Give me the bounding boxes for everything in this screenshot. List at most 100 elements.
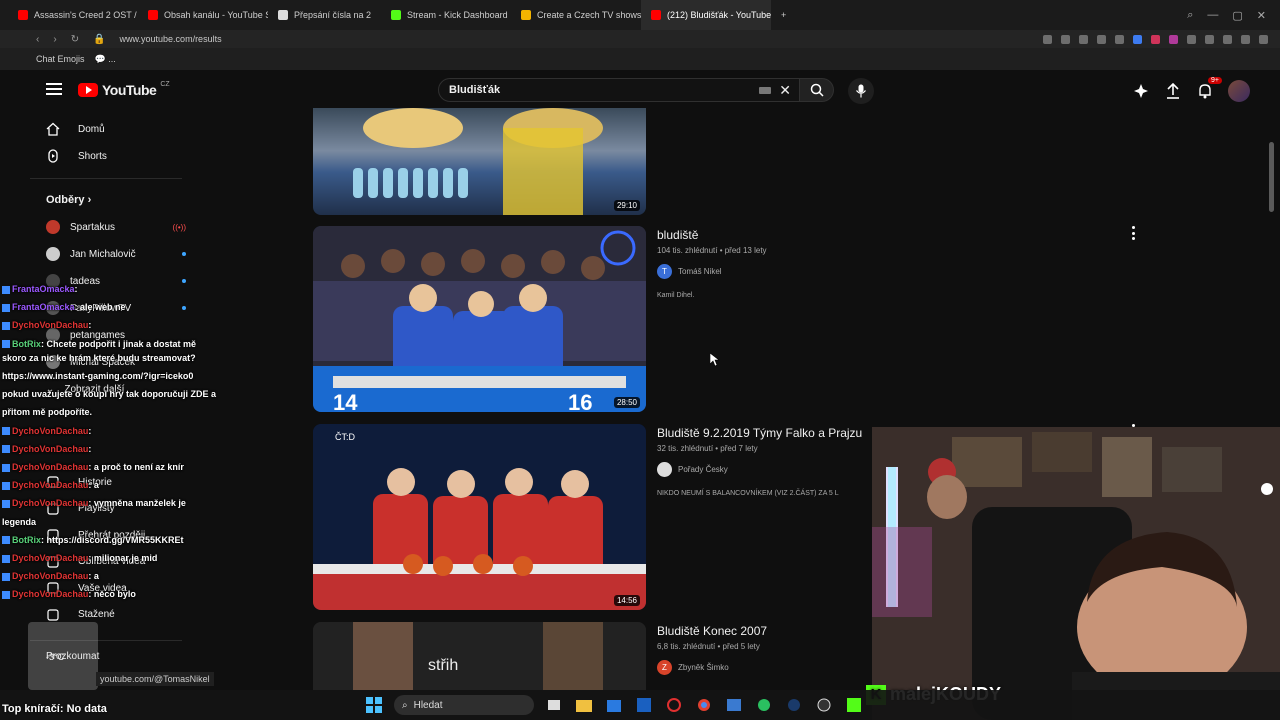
obs-icon[interactable] [814,695,834,715]
weather-temperature: -3°C [46,652,65,662]
upload-icon[interactable] [1164,82,1182,100]
search-icon: ⌕ [402,699,408,711]
chat-username[interactable]: BotRix [12,535,41,545]
notification-badge: 9+ [1208,77,1222,84]
kick-app-icon[interactable] [844,695,864,715]
windows-start-icon[interactable] [364,695,384,715]
extension-icon[interactable] [1079,34,1088,44]
channel-avatar [657,462,672,477]
svg-text:střih: střih [428,657,458,674]
video-title[interactable]: Bludiště 9.2.2019 Týmy Falko a Prajzu [657,426,862,440]
store-icon[interactable] [604,695,624,715]
weather-widget[interactable]: -3°C [28,622,98,690]
extension-icon[interactable] [1223,34,1232,44]
voice-search-button[interactable] [848,78,874,104]
file-explorer-icon[interactable] [574,695,594,715]
chat-username[interactable]: DychoVonDachau [12,553,88,563]
chat-username[interactable]: DychoVonDachau [12,462,88,472]
tab-favicon-icon [391,10,402,20]
channel-link[interactable]: T Tomáš Nikel [657,264,722,279]
extension-icon[interactable] [1259,34,1268,44]
clear-search-icon[interactable]: ✕ [779,82,791,99]
chat-username[interactable]: FrantaOmacka [12,302,75,312]
monitor-app-icon[interactable] [724,695,744,715]
chat-message: pokud uvažujete o koupi hry tak doporuču… [2,389,216,399]
video-thumbnail[interactable]: 14 16 28:50 [313,226,646,412]
video-title[interactable]: Bludiště Konec 2007 [657,624,767,638]
browser-tab[interactable]: Obsah kanálu - YouTube S [138,0,268,30]
bookmark-item[interactable]: 💬 ... [95,54,116,65]
scrollbar[interactable] [1269,142,1274,212]
opera-icon[interactable] [664,695,684,715]
chat-badge-icon [2,322,10,331]
close-icon[interactable]: ✕ [1257,9,1266,22]
extension-icon[interactable] [1169,34,1178,44]
extension-icon[interactable] [1043,34,1052,44]
chat-username[interactable]: DychoVonDachau [12,589,88,599]
task-view-icon[interactable] [544,695,564,715]
keyboard-icon[interactable] [759,87,771,94]
chrome-icon[interactable] [694,695,714,715]
sidebar-item-shorts[interactable]: Shorts [46,146,107,166]
video-thumbnail[interactable]: ČT:D 14:56 [313,424,646,610]
search-input[interactable]: Bludišťák ✕ [438,78,800,102]
forward-icon[interactable]: › [53,34,56,45]
url-field[interactable]: www.youtube.com/results [120,34,222,44]
chat-username[interactable]: DychoVonDachau [12,480,88,490]
channel-link[interactable]: Z Zbyněk Šimko [657,660,729,675]
minimize-icon[interactable]: — [1207,9,1218,22]
extension-icon[interactable] [1151,34,1160,44]
channel-link[interactable]: Pořady Česky [657,462,728,477]
ai-sparkle-icon[interactable] [1132,82,1150,100]
browser-tab[interactable]: Assassin's Creed 2 OST / [8,0,138,30]
browser-tab[interactable]: Create a Czech TV shows [511,0,641,30]
back-icon[interactable]: ‹ [36,34,39,45]
sidebar-item-home[interactable]: Domů [46,119,105,139]
chat-username[interactable]: FrantaOmacka [12,284,75,294]
more-actions-icon[interactable] [1129,226,1137,240]
extension-icon[interactable] [1115,34,1124,44]
search-tabs-icon[interactable]: ⌕ [1187,9,1193,22]
browser-tab[interactable]: (212) Bludišťák - YouTube [641,0,772,30]
video-title[interactable]: bludiště [657,228,698,242]
chat-username[interactable]: BotRix [12,339,41,349]
avatar[interactable] [1228,80,1250,102]
thumbnail-image: 14 16 [313,226,646,412]
browser-tab[interactable]: Přepsání čísla na 2 [268,0,381,30]
video-meta: 6,8 tis. zhlédnutí • před 5 lety [657,642,760,651]
video-thumbnail[interactable]: střih [313,622,646,690]
chat-username[interactable]: DychoVonDachau [12,571,88,581]
extension-icon[interactable] [1133,34,1142,44]
reload-icon[interactable]: ↻ [71,34,79,45]
webcam-feed [872,427,1280,720]
steam-icon[interactable] [784,695,804,715]
video-thumbnail[interactable]: 29:10 [313,108,646,215]
extension-icon[interactable] [1187,34,1196,44]
channel-avatar [46,247,60,261]
subscriptions-heading[interactable]: Odběry › [46,194,91,206]
notifications-icon[interactable]: 9+ [1196,77,1222,100]
extension-icon[interactable] [1061,34,1070,44]
youtube-logo[interactable]: YouTube CZ [78,81,170,98]
overlay-status-text: Top kníračí: No data [2,703,107,715]
taskbar-search[interactable]: ⌕ Hledat [394,695,534,715]
menu-icon[interactable] [46,83,62,95]
search-button[interactable] [800,78,834,102]
extension-icon[interactable] [1241,34,1250,44]
browser-tab[interactable]: Stream - Kick Dashboard [381,0,511,30]
whatsapp-icon[interactable] [754,695,774,715]
outlook-icon[interactable] [634,695,654,715]
subscription-item[interactable]: Jan Michalovič [46,244,186,264]
chat-username[interactable]: DychoVonDachau [12,320,88,330]
chat-username[interactable]: DychoVonDachau [12,498,88,508]
new-tab-button[interactable]: + [771,0,796,30]
extension-icon[interactable] [1097,34,1106,44]
extension-icon[interactable] [1205,34,1214,44]
video-description: Kamil Dihel. [657,292,695,299]
subscription-item[interactable]: Spartakus ((•)) [46,217,186,237]
bookmark-item[interactable]: Chat Emojis [36,54,85,64]
chat-text: : ale web ne [74,302,126,313]
chat-username[interactable]: DychoVonDachau [12,426,88,436]
chat-username[interactable]: DychoVonDachau [12,444,88,454]
maximize-icon[interactable]: ▢ [1232,9,1242,22]
